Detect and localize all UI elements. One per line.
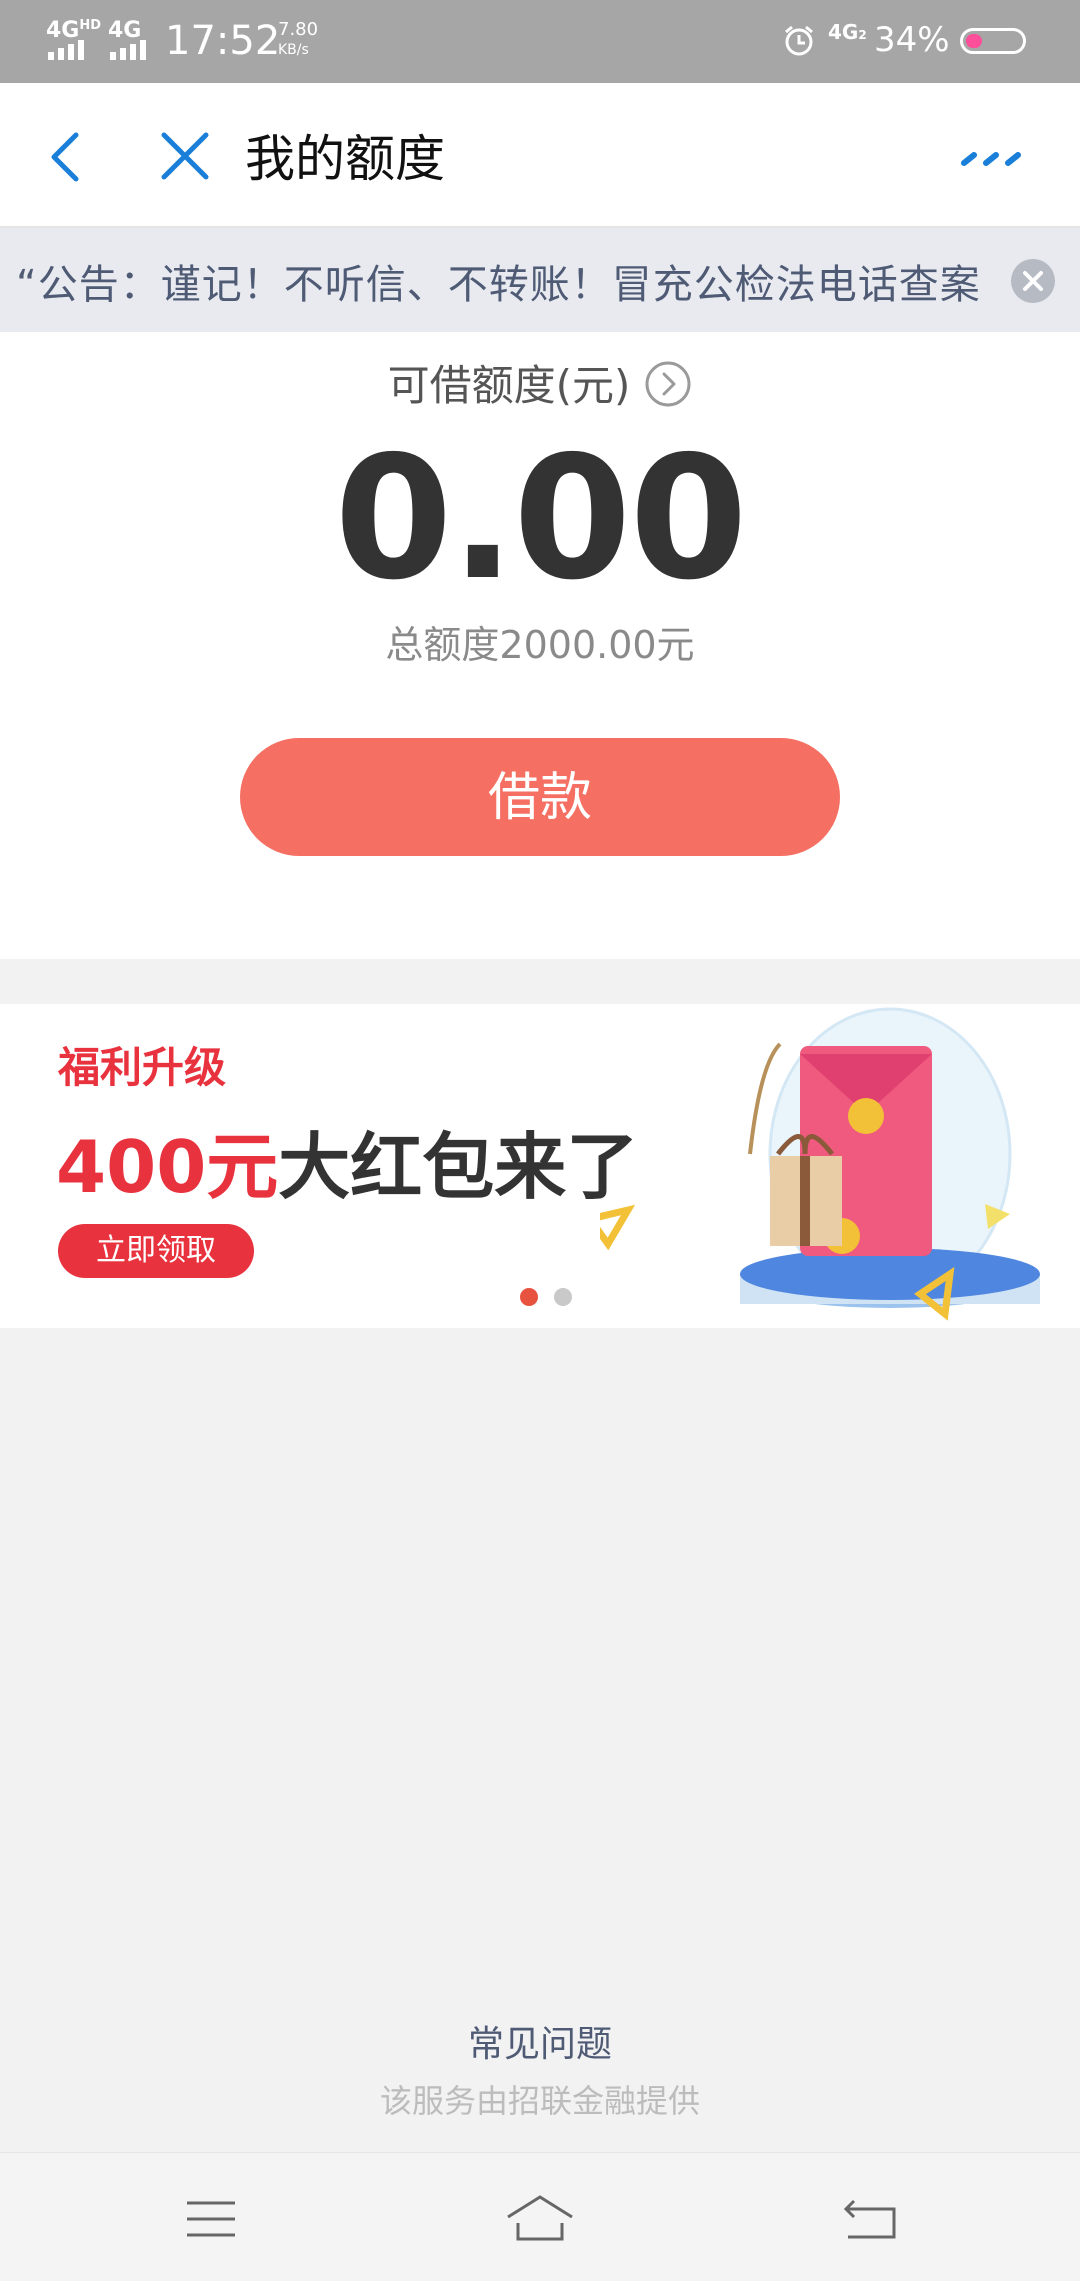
pagination-dot-active[interactable] xyxy=(520,1288,538,1306)
notice-bar[interactable]: “公告：谨记！不听信、不转账！冒充公检法电话查案 xyxy=(0,228,1080,332)
borrow-button[interactable]: 借款 xyxy=(240,738,840,856)
close-icon xyxy=(161,132,209,180)
signal-icon-2 xyxy=(110,40,146,60)
menu-button[interactable] xyxy=(185,2199,237,2243)
navigation-bar: 我的额度 xyxy=(0,83,1080,228)
red-envelope-illustration xyxy=(584,1004,1080,1328)
battery-icon xyxy=(960,28,1026,54)
close-button[interactable] xyxy=(150,121,220,191)
system-navigation-bar xyxy=(0,2152,1080,2281)
more-dots-icon xyxy=(961,152,1021,166)
network-speed: 7.80 KB/s xyxy=(278,19,319,59)
clock: 17:52 xyxy=(165,18,281,64)
back-button[interactable] xyxy=(40,121,92,191)
system-back-button[interactable] xyxy=(842,2197,898,2245)
credit-label-row[interactable]: 可借额度(元) xyxy=(0,352,1080,418)
chevron-left-icon xyxy=(51,132,79,182)
total-credit: 总额度2000.00元 xyxy=(385,623,695,667)
faq-link[interactable]: 常见问题 xyxy=(0,2015,1080,2067)
signal-icon xyxy=(48,40,84,60)
banner-headline-text: 大红包来了 xyxy=(278,1125,639,1209)
promo-banner[interactable]: 福利升级 400元大红包来了 立即领取 xyxy=(0,1004,1080,1328)
page-title: 我的额度 xyxy=(245,130,445,188)
banner-pagination xyxy=(520,1288,572,1306)
more-button[interactable] xyxy=(960,151,1030,171)
network-indicator-3: 4G2 xyxy=(828,20,867,44)
menu-icon xyxy=(187,2201,235,2237)
close-circle-icon xyxy=(1011,259,1055,303)
credit-label: 可借额度(元) xyxy=(387,361,631,410)
pagination-dot[interactable] xyxy=(554,1288,572,1306)
provider-text: 该服务由招联金融提供 xyxy=(379,2082,700,2120)
available-credit-amount: 0.00 xyxy=(334,420,747,618)
banner-headline-amount: 400元 xyxy=(56,1125,279,1209)
banner-headline: 400元大红包来了 xyxy=(56,1108,638,1213)
home-icon xyxy=(507,2195,573,2241)
chevron-right-circle-icon[interactable] xyxy=(644,360,692,418)
credit-panel: 可借额度(元) 0.00 总额度2000.00元 借款 xyxy=(0,332,1080,959)
back-icon xyxy=(843,2199,896,2239)
claim-button[interactable]: 立即领取 xyxy=(58,1224,254,1278)
status-bar: 4GHD 4G 17:52 7.80 KB/s 4G2 34% xyxy=(0,0,1080,83)
alarm-icon xyxy=(782,24,816,62)
home-button[interactable] xyxy=(504,2193,576,2247)
banner-subtitle: 福利升级 xyxy=(58,1043,227,1092)
notice-text: “公告：谨记！不听信、不转账！冒充公检法电话查案 xyxy=(16,262,981,308)
battery-percent: 34% xyxy=(874,20,950,60)
notice-close-button[interactable] xyxy=(1010,258,1056,308)
